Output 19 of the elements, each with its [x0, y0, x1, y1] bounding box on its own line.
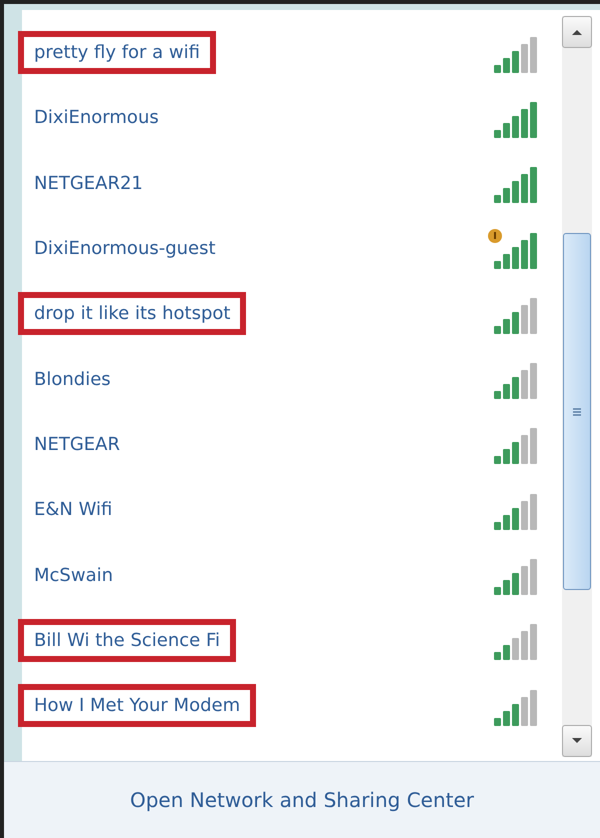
network-name[interactable]: pretty fly for a wifi [18, 31, 216, 74]
scroll-thumb[interactable] [563, 233, 591, 590]
network-name[interactable]: McSwain [18, 554, 130, 597]
network-center-link[interactable]: Open Network and Sharing Center [130, 788, 474, 812]
network-name[interactable]: Bill Wi the Science Fi [18, 618, 236, 662]
scroll-up-button[interactable] [562, 16, 592, 48]
network-name[interactable]: drop it like its hotspot [18, 292, 246, 336]
scroll-down-button[interactable] [562, 725, 592, 757]
network-name[interactable]: NETGEAR [18, 422, 136, 466]
network-name[interactable]: DixiEnormous-guest [18, 227, 232, 270]
network-name[interactable]: E&N Wifi [18, 488, 128, 532]
grip-icon [572, 406, 582, 416]
down-arrow-icon [571, 737, 583, 745]
network-name[interactable]: NETGEAR21 [18, 162, 159, 205]
scrollbar[interactable] [562, 16, 592, 757]
network-name[interactable]: How I Met Your Modem [18, 684, 256, 728]
up-arrow-icon [571, 28, 583, 36]
network-name[interactable]: DixiEnormous [18, 96, 175, 140]
network-name[interactable]: Blondies [18, 358, 127, 401]
